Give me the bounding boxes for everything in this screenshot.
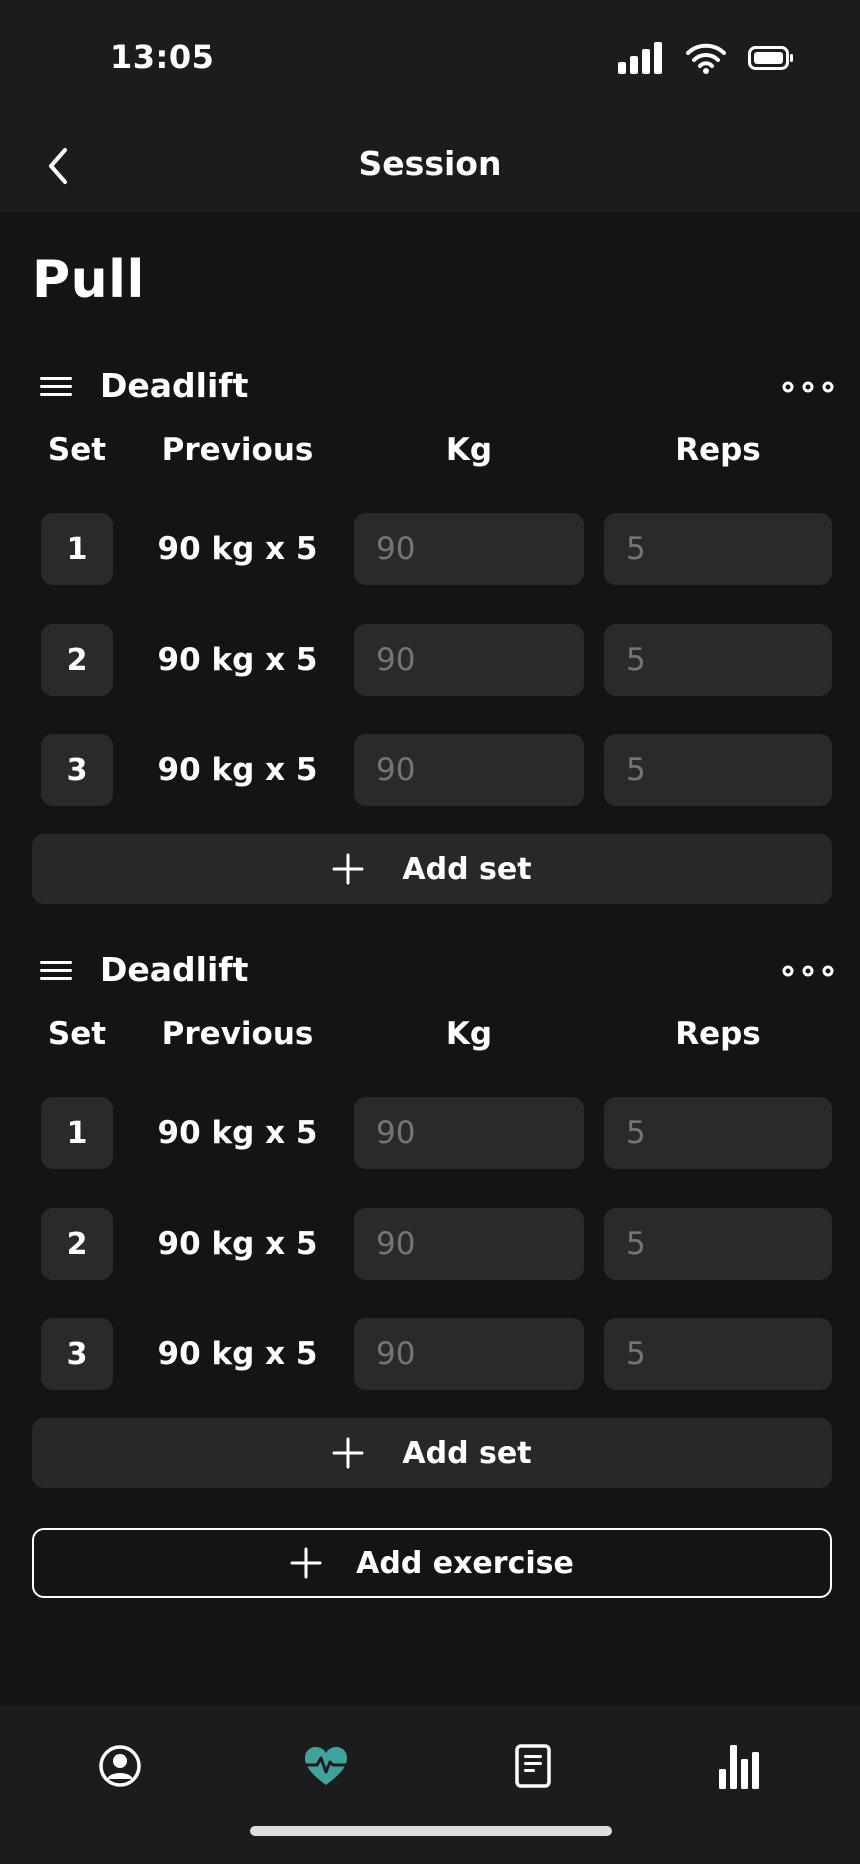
kg-input[interactable] <box>354 1097 584 1169</box>
add-set-label: Add set <box>402 1435 532 1471</box>
column-header-set: Set <box>47 1016 107 1052</box>
previous-value: 90 kg x 5 <box>157 1336 318 1372</box>
plus-icon <box>332 853 364 885</box>
battery-icon <box>748 46 793 70</box>
tab-workout[interactable] <box>296 1736 356 1796</box>
kg-input[interactable] <box>354 734 584 806</box>
set-row: 1 90 kg x 5 <box>0 513 860 585</box>
previous-value: 90 kg x 5 <box>157 642 318 678</box>
document-icon <box>515 1744 551 1788</box>
reps-input[interactable] <box>604 1208 832 1280</box>
bar-chart-icon <box>719 1745 759 1789</box>
reps-input[interactable] <box>604 734 832 806</box>
previous-value: 90 kg x 5 <box>157 1115 318 1151</box>
column-header-previous: Previous <box>161 1016 314 1052</box>
add-exercise-button[interactable]: Add exercise <box>32 1528 832 1598</box>
status-bar: 13:05 <box>0 0 860 120</box>
set-number[interactable]: 2 <box>41 1208 113 1280</box>
nav-title: Session <box>358 144 502 183</box>
kg-input[interactable] <box>354 513 584 585</box>
exercise-name: Deadlift <box>100 950 249 989</box>
column-header-reps: Reps <box>675 432 761 468</box>
tab-stats[interactable] <box>710 1736 770 1796</box>
exercise-header: Deadlift <box>0 946 860 996</box>
reps-input[interactable] <box>604 1318 832 1390</box>
column-header-previous: Previous <box>161 432 314 468</box>
set-row: 2 90 kg x 5 <box>0 1208 860 1280</box>
add-set-button[interactable]: Add set <box>32 834 832 904</box>
plus-icon <box>332 1437 364 1469</box>
tab-profile[interactable] <box>90 1736 150 1796</box>
reps-input[interactable] <box>604 1097 832 1169</box>
set-row: 3 90 kg x 5 <box>0 734 860 806</box>
heart-pulse-icon <box>303 1747 349 1785</box>
status-icons <box>618 42 794 74</box>
cellular-signal-icon <box>618 42 662 74</box>
set-row: 3 90 kg x 5 <box>0 1318 860 1390</box>
plus-icon <box>290 1547 322 1579</box>
reps-input[interactable] <box>604 624 832 696</box>
add-exercise-label: Add exercise <box>356 1545 574 1581</box>
tab-bar <box>0 1706 860 1864</box>
session-title: Pull <box>32 250 145 310</box>
set-row: 2 90 kg x 5 <box>0 624 860 696</box>
set-number[interactable]: 3 <box>41 1318 113 1390</box>
exercise-header: Deadlift <box>0 362 860 412</box>
home-indicator <box>250 1826 612 1836</box>
previous-value: 90 kg x 5 <box>157 531 318 567</box>
kg-input[interactable] <box>354 1318 584 1390</box>
kg-input[interactable] <box>354 1208 584 1280</box>
drag-handle-icon[interactable] <box>38 374 74 400</box>
status-time: 13:05 <box>110 38 215 76</box>
nav-bar: Session <box>0 120 860 212</box>
column-header-kg: Kg <box>445 1016 493 1052</box>
set-row: 1 90 kg x 5 <box>0 1097 860 1169</box>
set-number[interactable]: 2 <box>41 624 113 696</box>
column-header-reps: Reps <box>675 1016 761 1052</box>
exercise-card: Deadlift Set Previous Kg Reps 1 90 kg x … <box>0 946 860 1494</box>
reps-input[interactable] <box>604 513 832 585</box>
more-options-icon[interactable] <box>782 960 834 982</box>
add-set-label: Add set <box>402 851 532 887</box>
more-options-icon[interactable] <box>782 376 834 398</box>
previous-value: 90 kg x 5 <box>157 1226 318 1262</box>
drag-handle-icon[interactable] <box>38 958 74 984</box>
exercise-name: Deadlift <box>100 366 249 405</box>
set-number[interactable]: 3 <box>41 734 113 806</box>
kg-input[interactable] <box>354 624 584 696</box>
exercise-card: Deadlift Set Previous Kg Reps 1 90 kg x … <box>0 362 860 910</box>
previous-value: 90 kg x 5 <box>157 752 318 788</box>
column-header-set: Set <box>47 432 107 468</box>
column-header-kg: Kg <box>445 432 493 468</box>
profile-icon <box>99 1745 141 1787</box>
tab-log[interactable] <box>503 1736 563 1796</box>
set-number[interactable]: 1 <box>41 513 113 585</box>
wifi-icon <box>686 43 726 74</box>
add-set-button[interactable]: Add set <box>32 1418 832 1488</box>
set-number[interactable]: 1 <box>41 1097 113 1169</box>
